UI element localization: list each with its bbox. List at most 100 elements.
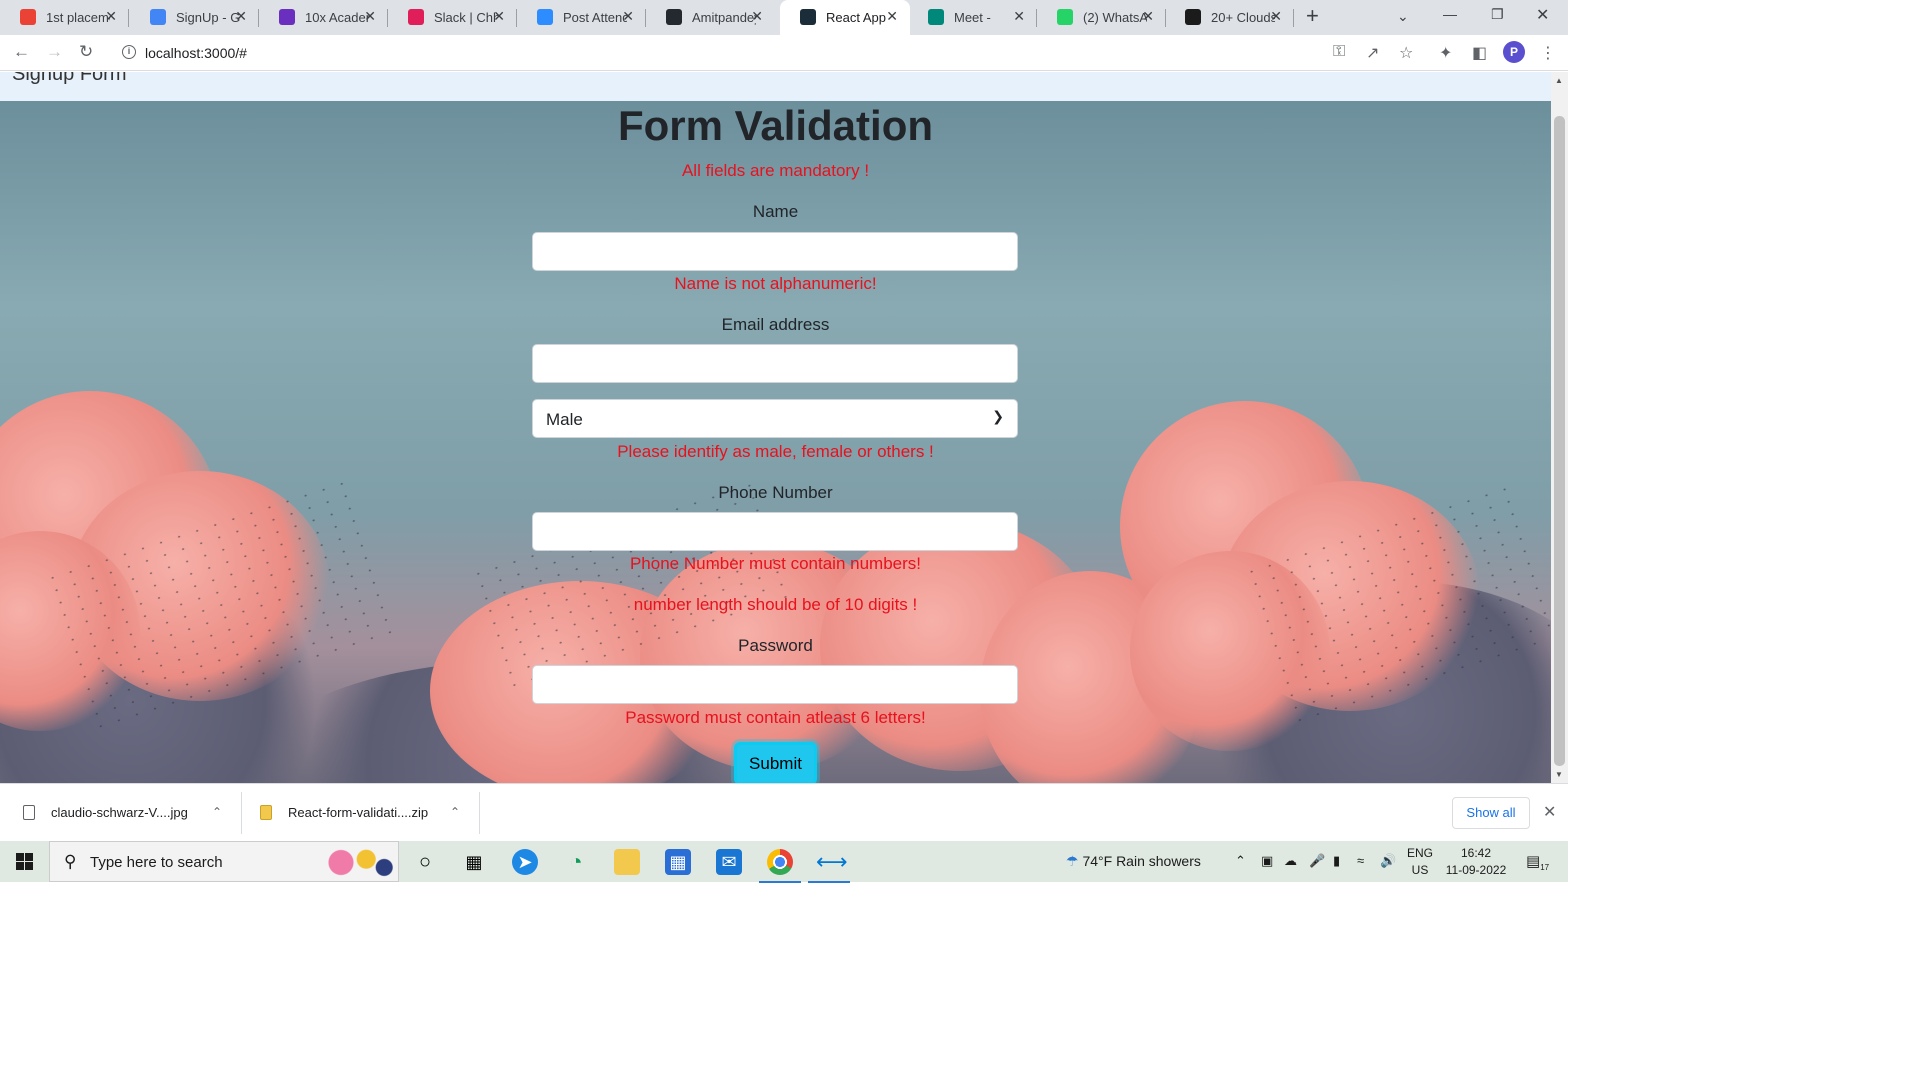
meet-now-icon[interactable]: ▣ — [1261, 853, 1273, 869]
show-all-button[interactable]: Show all — [1452, 797, 1530, 829]
search-highlight-icon — [323, 846, 395, 879]
chevron-down-icon: ❯ — [992, 408, 1004, 424]
profile-avatar[interactable]: P — [1503, 41, 1525, 63]
password-label: Password — [738, 636, 813, 655]
tenx-icon — [279, 9, 295, 25]
tab-label: (2) WhatsA — [1083, 10, 1147, 25]
tab-close-icon[interactable]: ✕ — [622, 8, 634, 25]
download-item[interactable]: React-form-validati....zip ⌃ — [260, 796, 470, 830]
onedrive-icon[interactable]: ☁ — [1284, 853, 1297, 869]
weather-text: 74°F Rain showers — [1082, 853, 1201, 869]
extensions-icon[interactable]: ✦ — [1439, 43, 1452, 63]
email-label: Email address — [721, 315, 830, 334]
lang-code: ENG — [1406, 846, 1433, 860]
browser-tab[interactable]: 1st placeme ✕ — [0, 0, 129, 35]
browser-tab[interactable]: Meet - ✕ — [908, 0, 1037, 35]
docs-icon — [150, 9, 166, 25]
system-clock[interactable]: 16:42 11-09-2022 — [1441, 845, 1511, 879]
password-input[interactable] — [532, 665, 1018, 704]
side-panel-icon[interactable]: ◧ — [1472, 43, 1487, 63]
password-key-icon[interactable]: ⚿ — [1333, 43, 1345, 61]
tab-close-icon[interactable]: ✕ — [364, 8, 376, 25]
tab-close-icon[interactable]: ✕ — [751, 8, 763, 25]
name-error: Name is not alphanumeric! — [674, 274, 877, 293]
page-scrollbar[interactable]: ▲ ▼ — [1551, 72, 1568, 783]
search-icon: ⚲ — [64, 852, 77, 871]
language-indicator[interactable]: ENG US — [1405, 845, 1435, 879]
forward-icon[interactable]: → — [46, 42, 63, 62]
tab-close-icon[interactable]: ✕ — [1013, 8, 1025, 25]
slack-icon — [408, 9, 424, 25]
react-icon — [800, 9, 816, 25]
task-view-icon[interactable]: ▦ — [461, 849, 487, 875]
browser-tab[interactable]: 20+ Clouds ✕ — [1165, 0, 1294, 35]
submit-button[interactable]: Submit — [734, 742, 817, 783]
tab-close-icon[interactable]: ✕ — [235, 8, 247, 25]
wifi-icon[interactable]: ≈ — [1357, 853, 1364, 868]
mail-icon[interactable]: ✉ — [716, 849, 742, 875]
back-icon[interactable]: ← — [13, 42, 30, 62]
browser-tab[interactable]: 10x Acaden ✕ — [259, 0, 388, 35]
volume-icon[interactable]: 🔊 — [1380, 853, 1396, 869]
site-info-icon[interactable]: i — [122, 45, 136, 59]
navbar-brand[interactable]: Signup Form — [12, 72, 127, 86]
tab-label: 20+ Clouds — [1211, 10, 1275, 25]
tab-close-icon[interactable]: ✕ — [886, 8, 898, 25]
name-label: Name — [752, 202, 799, 221]
notification-center-icon[interactable]: ▤17 — [1526, 852, 1549, 872]
minimize-icon[interactable]: — — [1443, 6, 1457, 22]
phone-input[interactable] — [532, 512, 1018, 551]
tab-close-icon[interactable]: ✕ — [1142, 8, 1154, 25]
windows-taskbar: ⚲ Type here to search ○ ▦ ➤ ◔ ▦ ✉ ⟷ ☂ 74… — [0, 841, 1568, 883]
scroll-up-icon[interactable]: ▲ — [1555, 76, 1563, 85]
taskbar-search[interactable]: ⚲ Type here to search — [49, 841, 399, 882]
name-input[interactable] — [532, 232, 1018, 271]
vscode-icon[interactable]: ⟷ — [808, 849, 850, 883]
browser-tab[interactable]: Post Attend ✕ — [517, 0, 646, 35]
bookmark-star-icon[interactable]: ☆ — [1399, 43, 1413, 63]
gender-select[interactable]: Male ❯ — [532, 399, 1018, 438]
share-icon[interactable]: ↗ — [1366, 43, 1379, 63]
battery-icon[interactable]: ▮ — [1333, 853, 1340, 869]
phone-error-numbers: Phone Number must contain numbers! — [629, 554, 922, 573]
scrollbar-thumb[interactable] — [1554, 116, 1565, 766]
browser-tab[interactable]: Slack | Chh ✕ — [388, 0, 517, 35]
address-bar[interactable]: i localhost:3000/# — [110, 39, 1430, 67]
tab-search-chevron-icon[interactable]: ⌄ — [1397, 8, 1409, 25]
tab-label: SignUp - G — [176, 10, 240, 25]
clock-date: 11-09-2022 — [1445, 863, 1507, 877]
email-input[interactable] — [532, 344, 1018, 383]
reload-icon[interactable]: ↻ — [79, 42, 93, 62]
windows-start-icon[interactable] — [16, 853, 33, 870]
browser-toolbar: ← → ↻ i localhost:3000/# ⚿ ↗ ☆ ✦ ◧ P ⋮ — [0, 35, 1568, 71]
chevron-up-tray-icon[interactable]: ⌃ — [1235, 853, 1246, 869]
close-download-bar-icon[interactable]: ✕ — [1543, 802, 1556, 822]
tab-close-icon[interactable]: ✕ — [105, 8, 117, 25]
microphone-icon[interactable]: 🎤 — [1309, 853, 1325, 869]
tab-close-icon[interactable]: ✕ — [493, 8, 505, 25]
weather-widget[interactable]: ☂ 74°F Rain showers — [1066, 853, 1201, 870]
chrome-icon[interactable] — [759, 849, 801, 883]
tab-strip: 1st placeme ✕ SignUp - G ✕ 10x Acaden ✕ Slack … — [0, 0, 1568, 35]
window-close-icon[interactable]: ✕ — [1536, 5, 1549, 25]
store-icon[interactable]: ▦ — [665, 849, 691, 875]
browser-tab[interactable]: (2) WhatsA ✕ — [1037, 0, 1166, 35]
tab-label: Meet - — [954, 10, 991, 25]
tab-close-icon[interactable]: ✕ — [1270, 8, 1282, 25]
menu-kebab-icon[interactable]: ⋮ — [1540, 43, 1556, 63]
chevron-up-icon[interactable]: ⌃ — [212, 805, 222, 819]
browser-tab[interactable]: Amitpandey ✕ — [646, 0, 775, 35]
download-item[interactable]: claudio-schwarz-V....jpg ⌃ — [23, 796, 233, 830]
new-tab-icon[interactable]: + — [1306, 3, 1319, 29]
scroll-down-icon[interactable]: ▼ — [1555, 770, 1563, 779]
tab-label: Amitpandey — [692, 10, 756, 25]
browser-tab[interactable]: React App ✕ — [780, 0, 910, 35]
chevron-up-icon[interactable]: ⌃ — [450, 805, 460, 819]
edge-icon[interactable]: ◔ — [563, 849, 589, 875]
file-explorer-icon[interactable] — [614, 849, 640, 875]
tab-label: 10x Acaden — [305, 10, 369, 25]
browser-tab[interactable]: SignUp - G ✕ — [130, 0, 259, 35]
cortana-icon[interactable]: ○ — [412, 849, 438, 875]
restore-icon[interactable]: ❐ — [1491, 6, 1504, 23]
app-icon-blue[interactable]: ➤ — [512, 849, 538, 875]
